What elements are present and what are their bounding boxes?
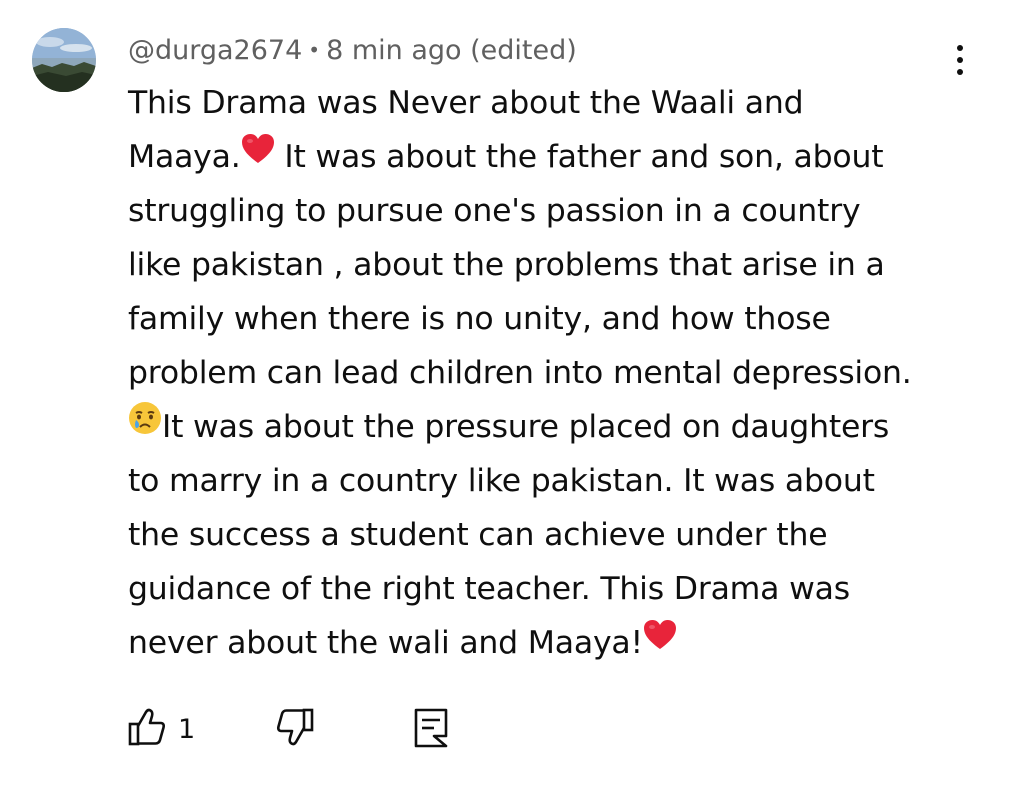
comment-line: the success a student can achieve under … <box>128 508 968 562</box>
comment-line: guidance of the right teacher. This Dram… <box>128 562 968 616</box>
comment-text-segment: It was about the pressure placed on daug… <box>162 409 890 445</box>
comment-text-segment: like pakistan , about the problems that … <box>128 247 885 283</box>
meta-separator: • <box>308 38 321 62</box>
more-vert-icon-dot-3 <box>957 69 963 75</box>
avatar[interactable] <box>32 28 96 92</box>
comment-meta: @durga2674 • 8 min ago (edited) <box>128 28 577 72</box>
comment-text-segment: family when there is no unity, and how t… <box>128 301 831 337</box>
thumb-down-icon <box>276 707 314 751</box>
comment-line: It was about the pressure placed on daug… <box>128 400 968 454</box>
red-heart-icon <box>241 128 275 182</box>
comment-line: to marry in a country like pakistan. It … <box>128 454 968 508</box>
red-heart-icon <box>643 614 677 668</box>
comment-text-segment: guidance of the right teacher. This Dram… <box>128 571 850 607</box>
comment-line: problem can lead children into mental de… <box>128 346 968 400</box>
dislike-button[interactable] <box>276 704 314 754</box>
comment-line: family when there is no unity, and how t… <box>128 292 968 346</box>
comment-text-segment: never about the wali and Maaya! <box>128 625 643 661</box>
comment-text-segment: the success a student can achieve under … <box>128 517 828 553</box>
comment-body: This Drama was Never about the Waali and… <box>128 76 968 670</box>
comment-line: like pakistan , about the problems that … <box>128 238 968 292</box>
comment-text-segment: This Drama was Never about the Waali and <box>128 85 804 121</box>
comment-line: struggling to pursue one's passion in a … <box>128 184 968 238</box>
reply-button[interactable] <box>412 704 450 754</box>
comment-line: never about the wali and Maaya! <box>128 616 968 670</box>
comment-line: Maaya. It was about the father and son, … <box>128 130 968 184</box>
like-button[interactable]: 1 <box>128 704 195 754</box>
comment-text-segment: Maaya. <box>128 139 241 175</box>
reply-comment-icon <box>412 706 450 752</box>
thumb-up-icon <box>128 707 166 751</box>
more-vert-icon-dot-2 <box>957 57 963 63</box>
comment-actions: 1 <box>128 704 488 754</box>
crying-face-icon <box>128 398 162 452</box>
author-name[interactable]: @durga2674 <box>128 35 302 66</box>
comment-text-segment: struggling to pursue one's passion in a … <box>128 193 861 229</box>
comment-text-segment: to marry in a country like pakistan. It … <box>128 463 875 499</box>
comment-text-segment: problem can lead children into mental de… <box>128 355 912 391</box>
comment-item: @durga2674 • 8 min ago (edited) This Dra… <box>0 0 1024 810</box>
comment-text-segment: It was about the father and son, about <box>274 139 884 175</box>
more-vert-icon <box>957 45 963 51</box>
comment-line: This Drama was Never about the Waali and <box>128 76 968 130</box>
avatar-image <box>32 28 96 92</box>
comment-timestamp: 8 min ago (edited) <box>326 34 577 66</box>
like-count: 1 <box>178 713 196 745</box>
